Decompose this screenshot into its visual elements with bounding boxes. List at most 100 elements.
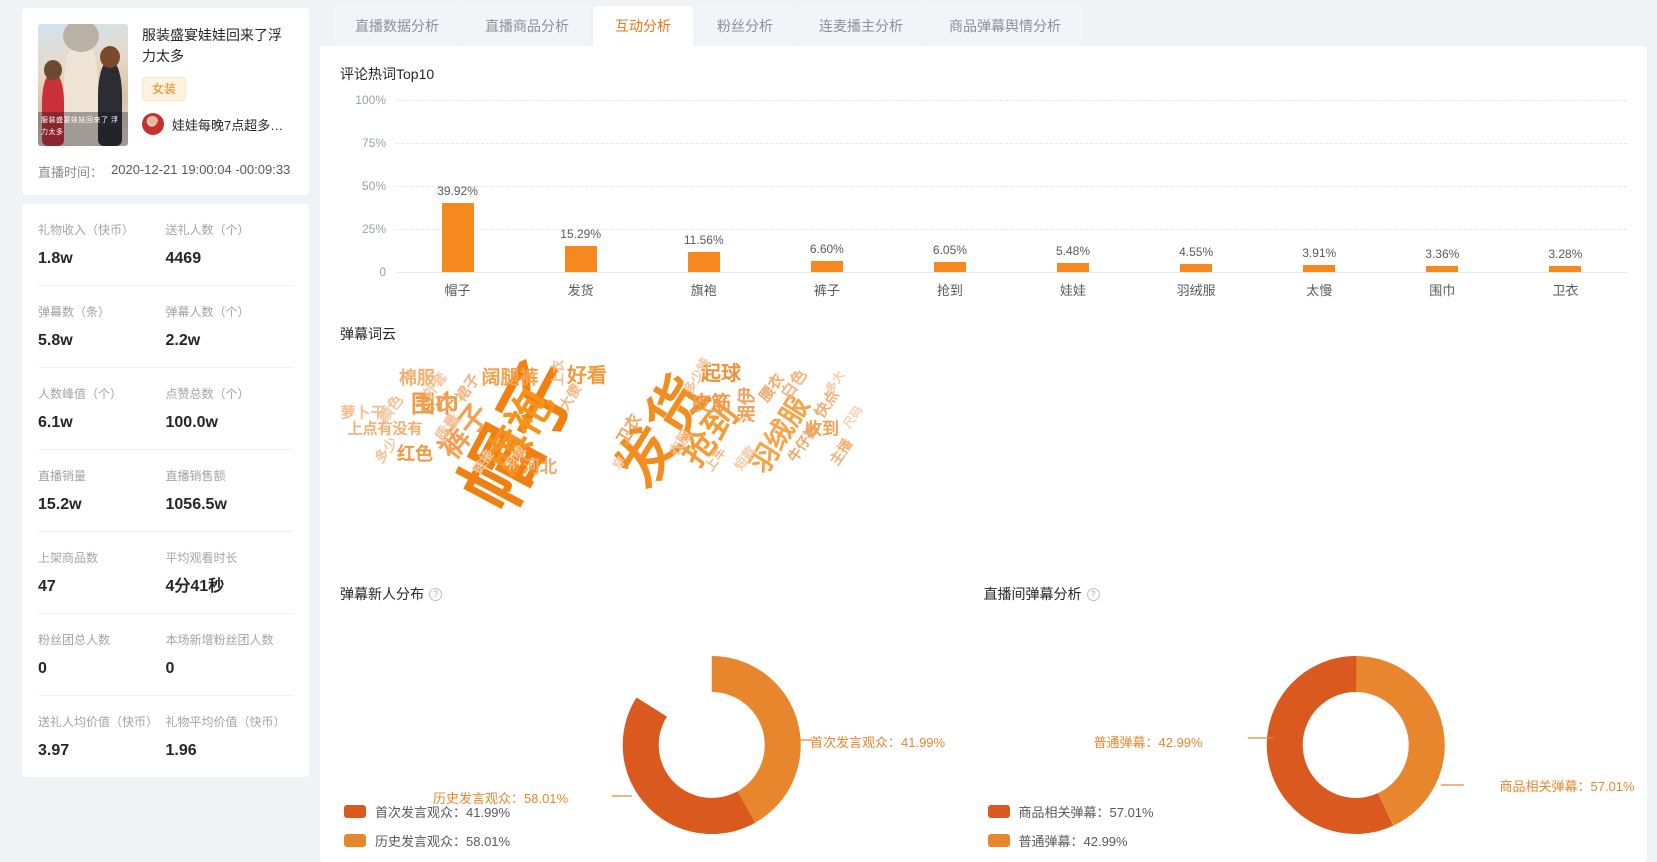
bar-value-label: 5.48% [1056,244,1090,258]
word-cloud-word[interactable]: 河北 [523,459,557,476]
tab-live-product-analysis[interactable]: 直播商品分析 [463,6,591,46]
interaction-analysis-panel: 评论热词Top10 025%50%75%100% 39.92%15.29%11.… [320,46,1647,862]
anchor-row[interactable]: 娃娃每晚7点超多… [142,113,293,135]
word-cloud: 帽子发货旗袍抢到羽绒服裤子围巾阔腿裤好看起球皮筋毛衣棉服红色河北收到卫衣上点有没… [340,352,1627,562]
newcomer-legend: 首次发言观众：41.99% 历史发言观众：58.01% [344,802,510,860]
live-cover-thumbnail[interactable]: 服装盛宴娃娃回来了 浮力太多 [38,24,128,146]
stat-label: 送礼人数（个） [166,222,294,239]
x-axis-tick-label: 卫衣 [1504,280,1627,299]
bar[interactable] [1426,266,1458,272]
bar[interactable] [811,261,843,272]
legend-item[interactable]: 商品相关弹幕：57.01% [988,802,1154,821]
bar-column[interactable]: 6.60% [765,100,888,272]
bar-value-label: 3.91% [1302,246,1336,260]
word-cloud-section-title: 弹幕词云 [340,324,1627,344]
live-time-row: 直播时间： 2020-12-21 19:00:04 -00:09:33 [38,162,293,181]
bar[interactable] [934,262,966,272]
word-cloud-canvas: 帽子发货旗袍抢到羽绒服裤子围巾阔腿裤好看起球皮筋毛衣棉服红色河北收到卫衣上点有没… [340,352,1627,562]
stat-value: 47 [38,577,166,597]
stat-label: 送礼人均价值（快币） [38,714,166,731]
x-axis-tick-label: 发货 [519,280,642,299]
donut-arc-group [615,648,808,841]
live-info-card: 服装盛宴娃娃回来了 浮力太多 服装盛宴娃娃回来了浮力太多 女装 娃娃每晚7点超多… [22,8,309,195]
stat-cell: 上架商品数47 [38,550,166,597]
word-cloud-word[interactable]: 多少 [372,435,400,466]
stat-label: 礼物收入（快币） [38,222,166,239]
y-axis-tick-label: 0 [379,265,386,279]
stat-value: 6.1w [38,413,166,433]
bar-chart-axis-line [396,272,1627,273]
stat-label: 直播销售额 [166,468,294,485]
tab-product-danmu-sentiment[interactable]: 商品弹幕舆情分析 [927,6,1083,46]
bar[interactable] [442,203,474,272]
bar-column[interactable]: 4.55% [1135,100,1258,272]
word-cloud-word[interactable]: 多大 [823,369,846,396]
bar[interactable] [565,246,597,272]
word-cloud-word[interactable]: 红色 [397,445,433,463]
bar[interactable] [1303,265,1335,272]
help-icon[interactable]: ? [429,588,442,601]
word-cloud-word[interactable]: 皮筋 [691,394,731,414]
word-cloud-word[interactable]: 尺码 [841,404,864,431]
word-cloud-word[interactable]: 阔腿裤 [481,369,538,388]
bar[interactable] [688,252,720,272]
y-axis-tick-label: 75% [362,136,386,150]
stat-label: 本场新增粉丝团人数 [166,632,294,649]
hot-words-section-title: 评论热词Top10 [340,64,1627,84]
stat-value: 1056.5w [166,495,294,515]
legend-swatch [344,834,366,847]
tab-live-data-analysis[interactable]: 直播数据分析 [333,6,461,46]
word-cloud-word[interactable]: 上衣 [552,360,565,386]
main-content: 直播数据分析 直播商品分析 互动分析 粉丝分析 连麦播主分析 商品弹幕舆情分析 … [320,0,1657,862]
bar-column[interactable]: 5.48% [1011,100,1134,272]
stat-value: 100.0w [166,413,294,433]
hot-words-title-text: 评论热词Top10 [340,64,434,84]
stat-row: 礼物收入（快币）1.8w 送礼人数（个）4469 [38,204,293,286]
bar[interactable] [1057,263,1089,272]
danmu-title-text: 直播间弹幕分析 [984,584,1082,604]
legend-item[interactable]: 历史发言观众：58.01% [344,831,510,850]
stat-row: 送礼人均价值（快币）3.97 礼物平均价值（快币）1.96 [38,696,293,777]
bar-chart-x-axis: 帽子发货旗袍裤子抢到娃娃羽绒服太慢围巾卫衣 [396,280,1627,299]
stat-value: 3.97 [38,741,166,761]
tab-fans-analysis[interactable]: 粉丝分析 [695,6,795,46]
word-cloud-word[interactable]: 主播 [827,436,854,467]
newcomer-section-title: 弹幕新人分布 ? [340,584,984,604]
bar-column[interactable]: 3.91% [1258,100,1381,272]
danmu-callout-normal: 普通弹幕：42.99% [1094,732,1203,751]
bar[interactable] [1180,264,1212,272]
stat-value: 1.96 [166,741,294,761]
legend-item[interactable]: 普通弹幕：42.99% [988,831,1154,850]
bar-value-label: 6.60% [810,242,844,256]
bar-column[interactable]: 11.56% [642,100,765,272]
donut-charts-row: 弹幕新人分布 ? 首次发言观众：41.99% [340,584,1627,862]
bar[interactable] [1549,266,1581,272]
newcomer-title-text: 弹幕新人分布 [340,584,424,604]
stat-value: 2.2w [166,331,294,351]
danmu-legend: 商品相关弹幕：57.01% 普通弹幕：42.99% [988,802,1154,860]
word-cloud-word[interactable]: 裙子 [453,371,482,404]
bar-column[interactable]: 15.29% [519,100,642,272]
legend-item[interactable]: 首次发言观众：41.99% [344,802,510,821]
danmu-callout-product: 商品相关弹幕：57.01% [1500,776,1635,795]
stat-value: 15.2w [38,495,166,515]
danmu-analysis-block: 直播间弹幕分析 ? 商品相关弹幕：57.01% [984,584,1628,862]
bar-column[interactable]: 39.92% [396,100,519,272]
bar-column[interactable]: 3.28% [1504,100,1627,272]
tab-colive-host-analysis[interactable]: 连麦播主分析 [797,6,925,46]
word-cloud-word[interactable]: 快点 [812,387,841,420]
help-icon[interactable]: ? [1087,588,1100,601]
tab-interaction-analysis[interactable]: 互动分析 [593,6,693,46]
category-tag: 女装 [142,77,186,101]
live-time-label: 直播时间： [38,162,103,181]
stat-row: 弹幕数（条）5.8w 弹幕人数（个）2.2w [38,286,293,368]
bar-column[interactable]: 6.05% [888,100,1011,272]
stat-cell: 人数峰值（个）6.1w [38,386,166,433]
stat-value: 0 [166,659,294,679]
stat-value: 5.8w [38,331,166,351]
legend-swatch [988,834,1010,847]
bar-column[interactable]: 3.36% [1381,100,1504,272]
bar-value-label: 4.55% [1179,245,1213,259]
tab-bar: 直播数据分析 直播商品分析 互动分析 粉丝分析 连麦播主分析 商品弹幕舆情分析 [320,0,1647,46]
word-cloud-word[interactable]: 湘伊 [738,387,756,423]
